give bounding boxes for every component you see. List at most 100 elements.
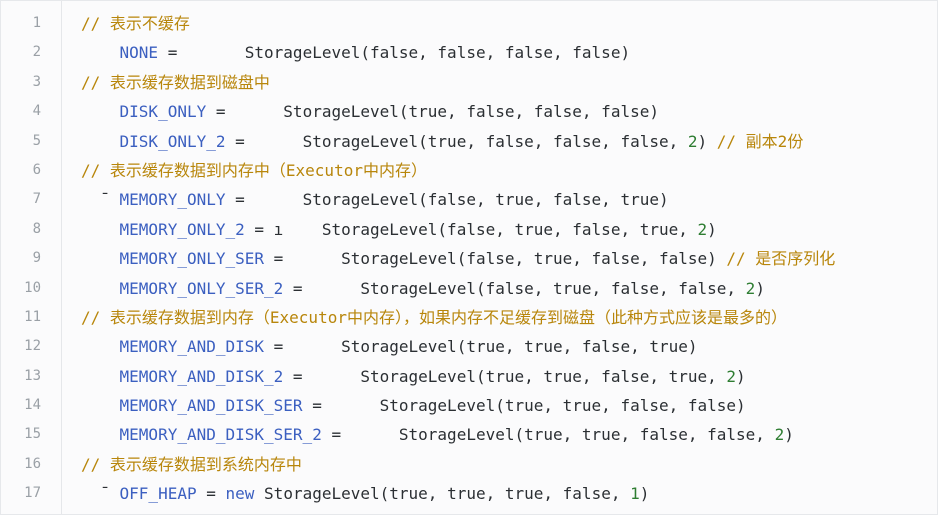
code-token: = bbox=[283, 366, 361, 386]
code-line[interactable]: 15 MEMORY_AND_DISK_SER_2 = StorageLevel(… bbox=[1, 420, 938, 449]
code-constant: MEMORY_AND_DISK bbox=[119, 337, 265, 357]
code-constant: MEMORY_AND_DISK_2 bbox=[119, 366, 284, 386]
code-token: = bbox=[206, 102, 284, 122]
code-token: StorageLevel bbox=[321, 219, 438, 239]
code-line[interactable]: 4 DISK_ONLY = StorageLevel(true, false, … bbox=[1, 97, 938, 126]
code-line[interactable]: 12 MEMORY_AND_DISK = StorageLevel(true, … bbox=[1, 332, 938, 361]
code-comment: // 表示缓存数据到系统内存中 bbox=[81, 454, 302, 474]
code-token: StorageLevel bbox=[244, 43, 361, 63]
code-token: = bbox=[225, 190, 303, 210]
code-token: 1 bbox=[630, 484, 640, 504]
code-token: StorageLevel bbox=[283, 102, 399, 122]
line-number: 2 bbox=[32, 44, 41, 61]
code-line[interactable]: 14 MEMORY_AND_DISK_SER = StorageLevel(tr… bbox=[1, 391, 938, 420]
code-token: = bbox=[321, 425, 399, 445]
line-number: 12 bbox=[24, 338, 41, 355]
line-number: 1 bbox=[32, 15, 41, 31]
code-token: 2 bbox=[774, 425, 785, 445]
code-line[interactable]: 6 // 表示缓存数据到内存中（Executor中内存） bbox=[1, 156, 938, 185]
code-text: MEMORY_AND_DISK_SER = StorageLevel(true,… bbox=[81, 391, 746, 420]
code-line[interactable]: 7 ˉ MEMORY_ONLY = StorageLevel(false, tr… bbox=[1, 185, 938, 214]
code-token: (false, false, false, false) bbox=[360, 43, 631, 63]
code-token: StorageLevel bbox=[341, 337, 457, 357]
code-token: ) bbox=[755, 278, 765, 298]
code-token: new bbox=[225, 484, 255, 504]
code-editor[interactable]: 1// 表示不缓存 2 NONE = StorageLevel(false, fa… bbox=[0, 0, 938, 515]
code-constant: MEMORY_ONLY_SER bbox=[119, 249, 265, 269]
line-number: 10 bbox=[24, 279, 41, 296]
code-constant: MEMORY_AND_DISK_SER_2 bbox=[119, 425, 322, 445]
line-number: 11 bbox=[24, 308, 41, 325]
code-line[interactable]: 3 // 表示缓存数据到磁盘中 bbox=[1, 68, 938, 97]
line-number: 16 bbox=[24, 455, 41, 472]
code-token: ) bbox=[784, 425, 794, 445]
code-token: = bbox=[225, 131, 303, 151]
code-line[interactable]: 17 ˉ OFF_HEAP = new StorageLevel(true, t… bbox=[1, 479, 938, 508]
line-number: 8 bbox=[32, 220, 41, 237]
code-line[interactable]: 5 DISK_ONLY_2 = StorageLevel(true, false… bbox=[1, 127, 938, 156]
code-token: ˉ bbox=[81, 190, 120, 210]
code-line[interactable]: 8 MEMORY_ONLY_2 = ı StorageLevel(false, … bbox=[1, 215, 938, 244]
code-token: ˉ bbox=[81, 484, 120, 504]
code-token: = bbox=[283, 278, 361, 298]
code-token: ) bbox=[707, 219, 717, 239]
line-number: 17 bbox=[24, 485, 41, 502]
line-number: 13 bbox=[24, 367, 41, 384]
code-token: = bbox=[264, 249, 342, 269]
code-line[interactable]: 11 // 表示缓存数据到内存（Executor中内存），如果内存不足缓存到磁盘（… bbox=[1, 303, 938, 332]
code-line[interactable]: 2 NONE = StorageLevel(false, false, fals… bbox=[1, 38, 938, 67]
code-text: MEMORY_ONLY_2 = ı StorageLevel(false, tr… bbox=[81, 215, 717, 244]
line-number: 6 bbox=[32, 161, 41, 178]
code-token: (true, true, false, true, bbox=[475, 366, 727, 386]
code-comment: // 表示缓存数据到内存中（Executor中内存） bbox=[81, 160, 427, 180]
code-comment: // 是否序列化 bbox=[726, 249, 836, 269]
code-token: (false, true, false, true) bbox=[418, 190, 669, 210]
code-token: = bbox=[264, 337, 342, 357]
code-token: (true, true, false, true) bbox=[456, 337, 698, 357]
code-token: = bbox=[196, 484, 226, 504]
code-constant: MEMORY_ONLY bbox=[119, 190, 226, 210]
code-token: 2 bbox=[745, 278, 756, 298]
code-token: (false, true, false, false) bbox=[456, 249, 727, 269]
code-line[interactable]: 9 MEMORY_ONLY_SER = StorageLevel(false, … bbox=[1, 244, 938, 273]
code-token: = bbox=[158, 43, 245, 63]
code-token: (true, true, false, false, bbox=[514, 425, 775, 445]
code-line[interactable]: 13 MEMORY_AND_DISK_2 = StorageLevel(true… bbox=[1, 362, 938, 391]
code-token: StorageLevel bbox=[302, 190, 419, 210]
code-text: // 表示缓存数据到系统内存中 bbox=[81, 450, 302, 479]
code-text: MEMORY_AND_DISK_SER_2 = StorageLevel(tru… bbox=[81, 420, 794, 449]
code-comment: // 表示缓存数据到磁盘中 bbox=[81, 72, 270, 92]
code-token: 2 bbox=[726, 366, 737, 386]
code-token: (false, true, false, true, bbox=[437, 219, 698, 239]
code-line[interactable]: 1 // 表示不缓存 bbox=[1, 9, 938, 38]
line-number: 15 bbox=[24, 426, 41, 443]
code-token: ) bbox=[639, 484, 650, 504]
code-constant: DISK_ONLY_2 bbox=[119, 131, 226, 151]
line-number: 4 bbox=[32, 103, 41, 120]
code-constant: MEMORY_ONLY_2 bbox=[119, 219, 245, 239]
code-token: StorageLevel bbox=[302, 131, 419, 151]
code-text: DISK_ONLY = StorageLevel(true, false, fa… bbox=[81, 97, 659, 126]
code-comment: // 表示不缓存 bbox=[81, 14, 190, 33]
code-text: DISK_ONLY_2 = StorageLevel(true, false, … bbox=[81, 127, 804, 156]
code-line[interactable]: 16 // 表示缓存数据到系统内存中 bbox=[1, 450, 938, 479]
code-text: // 表示不缓存 bbox=[81, 9, 190, 38]
code-token: StorageLevel bbox=[341, 249, 457, 269]
code-token: (true, false, false, false) bbox=[398, 102, 659, 122]
code-line[interactable]: 10 MEMORY_ONLY_SER_2 = StorageLevel(fals… bbox=[1, 274, 938, 303]
code-text: // 表示缓存数据到内存中（Executor中内存） bbox=[81, 156, 427, 185]
code-text: MEMORY_AND_DISK = StorageLevel(true, tru… bbox=[81, 332, 698, 361]
code-token: 2 bbox=[697, 219, 708, 239]
code-constant: NONE bbox=[119, 43, 159, 63]
code-token: StorageLevel bbox=[264, 484, 380, 504]
code-token: StorageLevel bbox=[360, 366, 476, 386]
code-constant: OFF_HEAP bbox=[119, 484, 197, 504]
line-number: 5 bbox=[32, 132, 41, 149]
